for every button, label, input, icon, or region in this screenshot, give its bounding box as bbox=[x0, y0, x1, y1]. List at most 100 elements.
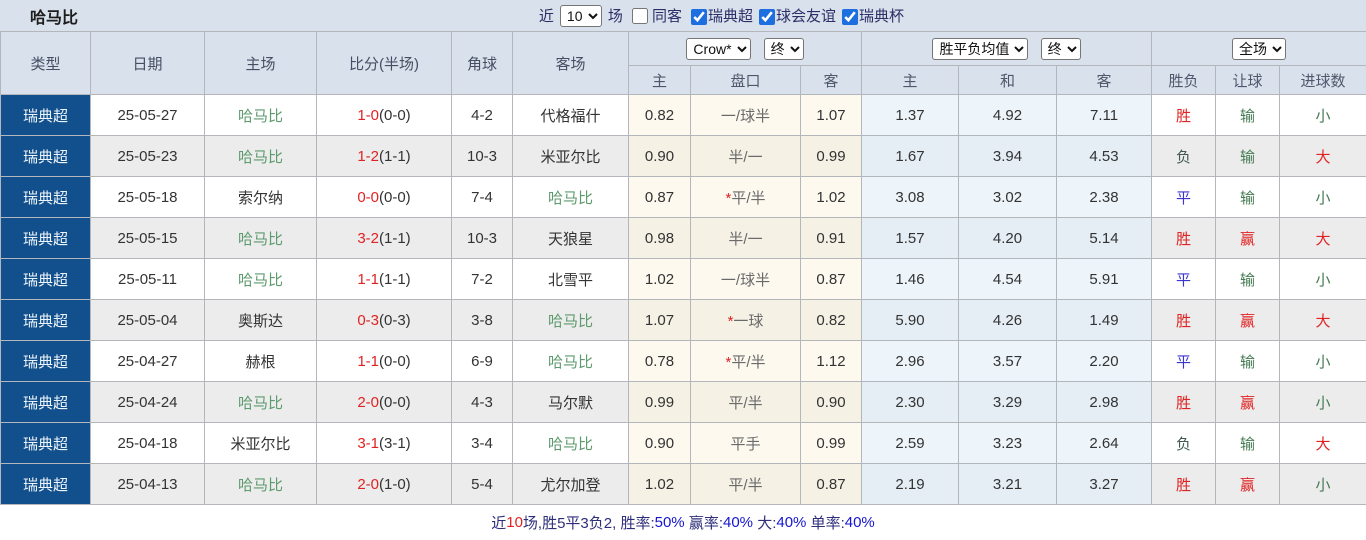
corners-cell: 4-3 bbox=[451, 381, 513, 423]
away-team-cell: 哈马比 bbox=[512, 340, 629, 382]
goals-result-cell: 小 bbox=[1279, 463, 1366, 505]
league-cell: 瑞典超 bbox=[0, 381, 91, 423]
eu-home-odds: 1.57 bbox=[861, 217, 960, 259]
league-cell: 瑞典超 bbox=[0, 94, 91, 136]
footer-segment-7: 40% bbox=[776, 514, 807, 531]
subheader-ah-away: 客 bbox=[799, 65, 863, 95]
league-cell: 瑞典超 bbox=[0, 299, 91, 341]
ah-line-cell: 平/半 bbox=[690, 381, 801, 423]
home-team-cell: 赫根 bbox=[204, 340, 317, 382]
subheader-ah-home: 主 bbox=[628, 65, 691, 95]
eu-away-odds: 2.98 bbox=[1056, 381, 1153, 423]
match-row: 瑞典超 25-05-27 哈马比 1-0(0-0) 4-2 代格福什 0.82 一/球半 1.0… bbox=[0, 94, 1366, 136]
eu-home-odds: 2.59 bbox=[861, 422, 960, 464]
handicap-result-cell: 输 bbox=[1215, 176, 1281, 218]
eu-home-odds: 1.67 bbox=[861, 135, 960, 177]
corners-cell: 10-3 bbox=[451, 135, 513, 177]
handicap-result-cell: 输 bbox=[1215, 422, 1281, 464]
header-away: 客场 bbox=[512, 31, 629, 95]
ah-home-odds: 0.98 bbox=[628, 217, 691, 259]
date-cell: 25-05-27 bbox=[90, 94, 205, 136]
score-cell: 1-1(1-1) bbox=[316, 258, 452, 300]
date-cell: 25-04-24 bbox=[90, 381, 205, 423]
eu-home-odds: 2.30 bbox=[861, 381, 960, 423]
filter-checkbox-2[interactable] bbox=[841, 9, 858, 26]
eu-draw-odds: 4.54 bbox=[958, 258, 1058, 300]
match-row: 瑞典超 25-04-13 哈马比 2-0(1-0) 5-4 尤尔加登 1.02 平/半 0.87… bbox=[0, 463, 1366, 505]
result-cell: 胜 bbox=[1151, 463, 1217, 505]
subheader-ah-line: 盘口 bbox=[690, 65, 801, 95]
ah-away-odds: 0.99 bbox=[799, 135, 863, 177]
ah-home-odds: 0.99 bbox=[628, 381, 691, 423]
ah-away-odds: 0.87 bbox=[799, 463, 863, 505]
date-cell: 25-04-13 bbox=[90, 463, 205, 505]
corners-cell: 5-4 bbox=[451, 463, 513, 505]
handicap-result-cell: 输 bbox=[1215, 94, 1281, 136]
filter-checkbox-1[interactable] bbox=[758, 9, 775, 26]
ah-home-odds: 0.82 bbox=[628, 94, 691, 136]
handicap-result-cell: 赢 bbox=[1215, 217, 1281, 259]
date-cell: 25-04-18 bbox=[90, 422, 205, 464]
league-cell: 瑞典超 bbox=[0, 422, 91, 464]
home-team-cell: 奥斯达 bbox=[204, 299, 317, 341]
league-cell: 瑞典超 bbox=[0, 217, 91, 259]
eu-draw-odds: 3.94 bbox=[958, 135, 1058, 177]
league-cell: 瑞典超 bbox=[0, 340, 91, 382]
handicap-time-select[interactable]: 终 bbox=[763, 37, 804, 60]
goals-result-cell: 小 bbox=[1279, 340, 1366, 382]
goals-result-cell: 小 bbox=[1279, 258, 1366, 300]
subheader-eu-away: 客 bbox=[1056, 65, 1153, 95]
eu-home-odds: 2.96 bbox=[861, 340, 960, 382]
away-team-cell: 哈马比 bbox=[512, 299, 629, 341]
odds-time-select[interactable]: 终 bbox=[1040, 37, 1081, 60]
goals-result-cell: 小 bbox=[1279, 381, 1366, 423]
scope-select[interactable]: 全场 bbox=[1232, 37, 1287, 60]
ah-home-odds: 1.02 bbox=[628, 463, 691, 505]
filter-label-2: 瑞典杯 bbox=[858, 8, 904, 25]
ah-away-odds: 1.12 bbox=[799, 340, 863, 382]
eu-away-odds: 4.53 bbox=[1056, 135, 1153, 177]
home-team-cell: 索尔纳 bbox=[204, 176, 317, 218]
date-cell: 25-05-18 bbox=[90, 176, 205, 218]
home-team-cell: 哈马比 bbox=[204, 135, 317, 177]
score-cell: 0-3(0-3) bbox=[316, 299, 452, 341]
result-group-header: 全场 bbox=[1151, 31, 1366, 66]
header-home: 主场 bbox=[204, 31, 317, 95]
league-cell: 瑞典超 bbox=[0, 135, 91, 177]
same-venue-checkbox[interactable] bbox=[631, 7, 648, 24]
eu-draw-odds: 3.23 bbox=[958, 422, 1058, 464]
home-team-cell: 哈马比 bbox=[204, 94, 317, 136]
top-bar: 哈马比 近 10 场 同客 瑞典超 球会友谊 瑞典杯 bbox=[0, 0, 1366, 31]
eu-away-odds: 1.49 bbox=[1056, 299, 1153, 341]
match-row: 瑞典超 25-04-18 米亚尔比 3-1(3-1) 3-4 哈马比 0.90 平手 0.99 2… bbox=[0, 422, 1366, 464]
goals-result-cell: 小 bbox=[1279, 94, 1366, 136]
footer-segment-8: 单率: bbox=[806, 515, 845, 532]
score-cell: 2-0(1-0) bbox=[316, 463, 452, 505]
summary-footer: 近 10 场,胜5平3负2, 胜率: 50% 赢率: 40% 大: 40% 单率: 40% bbox=[0, 505, 1366, 540]
away-team-cell: 天狼星 bbox=[512, 217, 629, 259]
ah-line-cell: 一/球半 bbox=[690, 94, 801, 136]
handicap-group-header: Crow* 终 bbox=[627, 31, 863, 66]
away-team-cell: 哈马比 bbox=[512, 176, 629, 218]
ah-line-cell: 一/球半 bbox=[690, 258, 801, 300]
ah-home-odds: 0.90 bbox=[628, 422, 691, 464]
footer-segment-1: 10 bbox=[506, 514, 523, 531]
filter-checkbox-0[interactable] bbox=[690, 9, 707, 26]
recent-count-select[interactable]: 10 bbox=[559, 4, 602, 27]
bookmaker-select[interactable]: Crow* bbox=[686, 37, 752, 60]
corners-cell: 3-8 bbox=[451, 299, 513, 341]
corners-cell: 3-4 bbox=[451, 422, 513, 464]
result-cell: 胜 bbox=[1151, 94, 1217, 136]
corners-cell: 10-3 bbox=[451, 217, 513, 259]
away-team-cell: 尤尔加登 bbox=[512, 463, 629, 505]
goals-result-cell: 大 bbox=[1279, 135, 1366, 177]
date-cell: 25-05-04 bbox=[90, 299, 205, 341]
eu-away-odds: 3.27 bbox=[1056, 463, 1153, 505]
page-title: 哈马比 bbox=[30, 9, 79, 27]
ah-line-cell: 半/一 bbox=[690, 217, 801, 259]
score-cell: 1-1(0-0) bbox=[316, 340, 452, 382]
date-cell: 25-05-23 bbox=[90, 135, 205, 177]
header-corners: 角球 bbox=[451, 31, 513, 95]
odds-type-select[interactable]: 胜平负均值 bbox=[932, 37, 1029, 60]
score-cell: 1-0(0-0) bbox=[316, 94, 452, 136]
